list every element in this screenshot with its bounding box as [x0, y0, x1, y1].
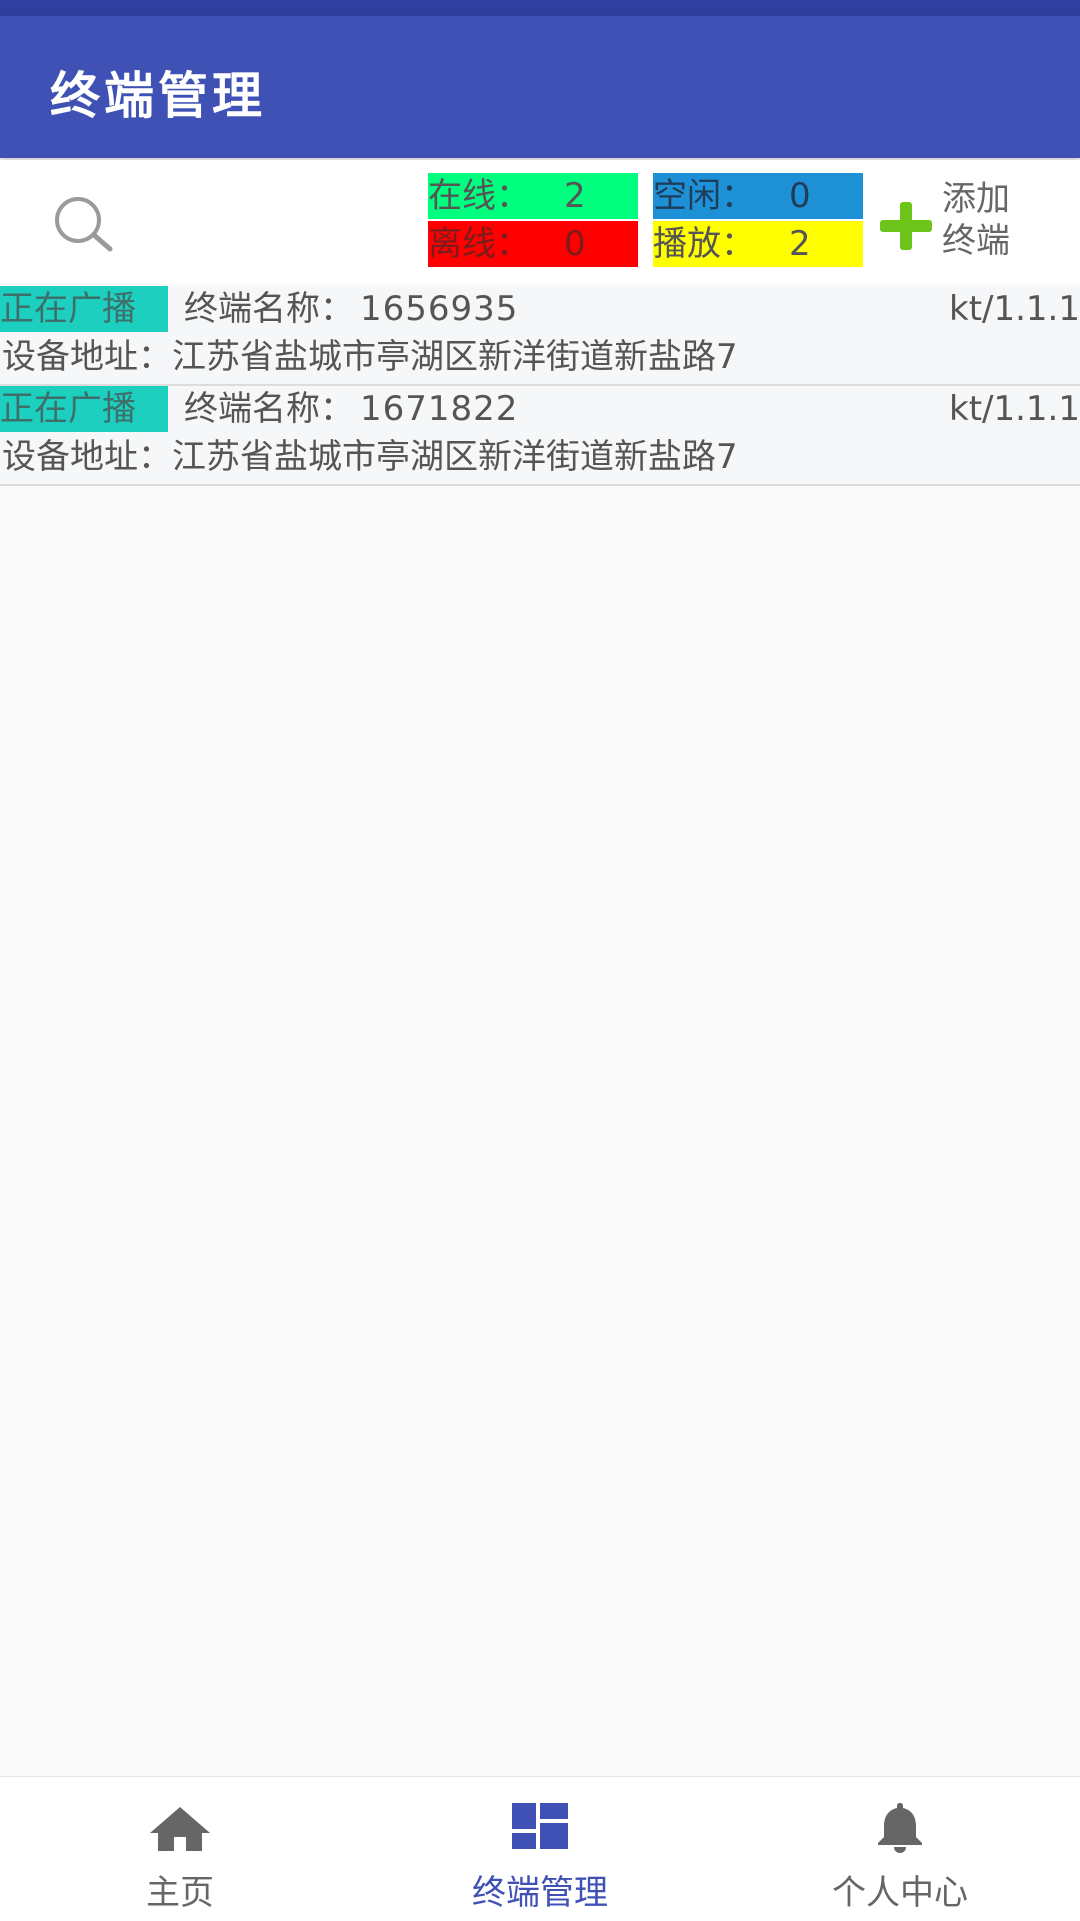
app-bar: 终端管理 — [0, 16, 1080, 158]
nav-terminal-management[interactable]: 终端管理 — [360, 1777, 720, 1921]
home-icon — [150, 1807, 210, 1851]
terminal-name-value: 1671822 — [360, 389, 519, 429]
online-value: 2 — [564, 176, 586, 216]
list-item[interactable]: 正在广播 终端名称： 1671822 kt/1.1.1 设备地址：江苏省盐城市亭湖… — [0, 386, 1080, 486]
terminal-address-row: 设备地址：江苏省盐城市亭湖区新洋街道新盐路7 — [2, 334, 738, 380]
nav-home-label: 主页 — [146, 1873, 214, 1913]
terminal-address-row: 设备地址：江苏省盐城市亭湖区新洋街道新盐路7 — [2, 434, 738, 480]
terminal-version: kt/1.1.1 — [949, 289, 1080, 329]
add-terminal-button[interactable]: 添加 终端 — [880, 178, 1030, 266]
nav-personal-center[interactable]: 个人中心 — [720, 1777, 1080, 1921]
terminal-address-label: 设备地址： — [2, 437, 172, 477]
online-count-badge: 在线： 2 — [428, 173, 638, 219]
status-badge: 正在广播 — [0, 286, 168, 332]
add-terminal-label: 添加 终端 — [942, 178, 1032, 262]
list-item[interactable]: 正在广播 终端名称： 1656935 kt/1.1.1 设备地址：江苏省盐城市亭湖… — [0, 286, 1080, 386]
online-label: 在线： — [428, 176, 530, 216]
idle-label: 空闲： — [653, 176, 755, 216]
terminal-version: kt/1.1.1 — [949, 389, 1080, 429]
terminal-name-row: 终端名称： 1671822 — [184, 386, 518, 432]
search-icon[interactable] — [48, 192, 120, 256]
terminal-address-value: 江苏省盐城市亭湖区新洋街道新盐路7 — [172, 437, 738, 477]
offline-label: 离线： — [428, 224, 530, 264]
terminal-address-value: 江苏省盐城市亭湖区新洋街道新盐路7 — [172, 337, 738, 377]
terminal-name-label: 终端名称： — [184, 389, 354, 429]
nav-home[interactable]: 主页 — [0, 1777, 360, 1921]
nav-personal-center-label: 个人中心 — [832, 1873, 968, 1913]
idle-count-badge: 空闲： 0 — [653, 173, 863, 219]
idle-value: 0 — [789, 176, 811, 216]
playing-count-badge: 播放： 2 — [653, 221, 863, 267]
status-bar — [0, 0, 1080, 16]
playing-value: 2 — [789, 224, 811, 264]
terminal-name-value: 1656935 — [360, 289, 519, 329]
terminal-address-label: 设备地址： — [2, 337, 172, 377]
offline-value: 0 — [564, 224, 586, 264]
terminal-name-row: 终端名称： 1656935 — [184, 286, 518, 332]
page-title: 终端管理 — [50, 67, 266, 125]
offline-count-badge: 离线： 0 — [428, 221, 638, 267]
add-terminal-label-line2: 终端 — [942, 221, 1010, 261]
add-terminal-label-line1: 添加 — [942, 179, 1010, 219]
bottom-nav: 主页 终端管理 个人中心 — [0, 1776, 1080, 1921]
dashboard-icon — [512, 1803, 568, 1849]
terminal-name-label: 终端名称： — [184, 289, 354, 329]
playing-label: 播放： — [653, 224, 755, 264]
nav-terminal-management-label: 终端管理 — [472, 1873, 608, 1913]
terminal-list: 正在广播 终端名称： 1656935 kt/1.1.1 设备地址：江苏省盐城市亭湖… — [0, 286, 1080, 486]
toolbar: 在线： 2 离线： 0 空闲： 0 播放： 2 添加 终端 — [0, 160, 1080, 284]
plus-icon — [880, 202, 932, 250]
bell-icon — [878, 1803, 922, 1853]
status-badge: 正在广播 — [0, 386, 168, 432]
